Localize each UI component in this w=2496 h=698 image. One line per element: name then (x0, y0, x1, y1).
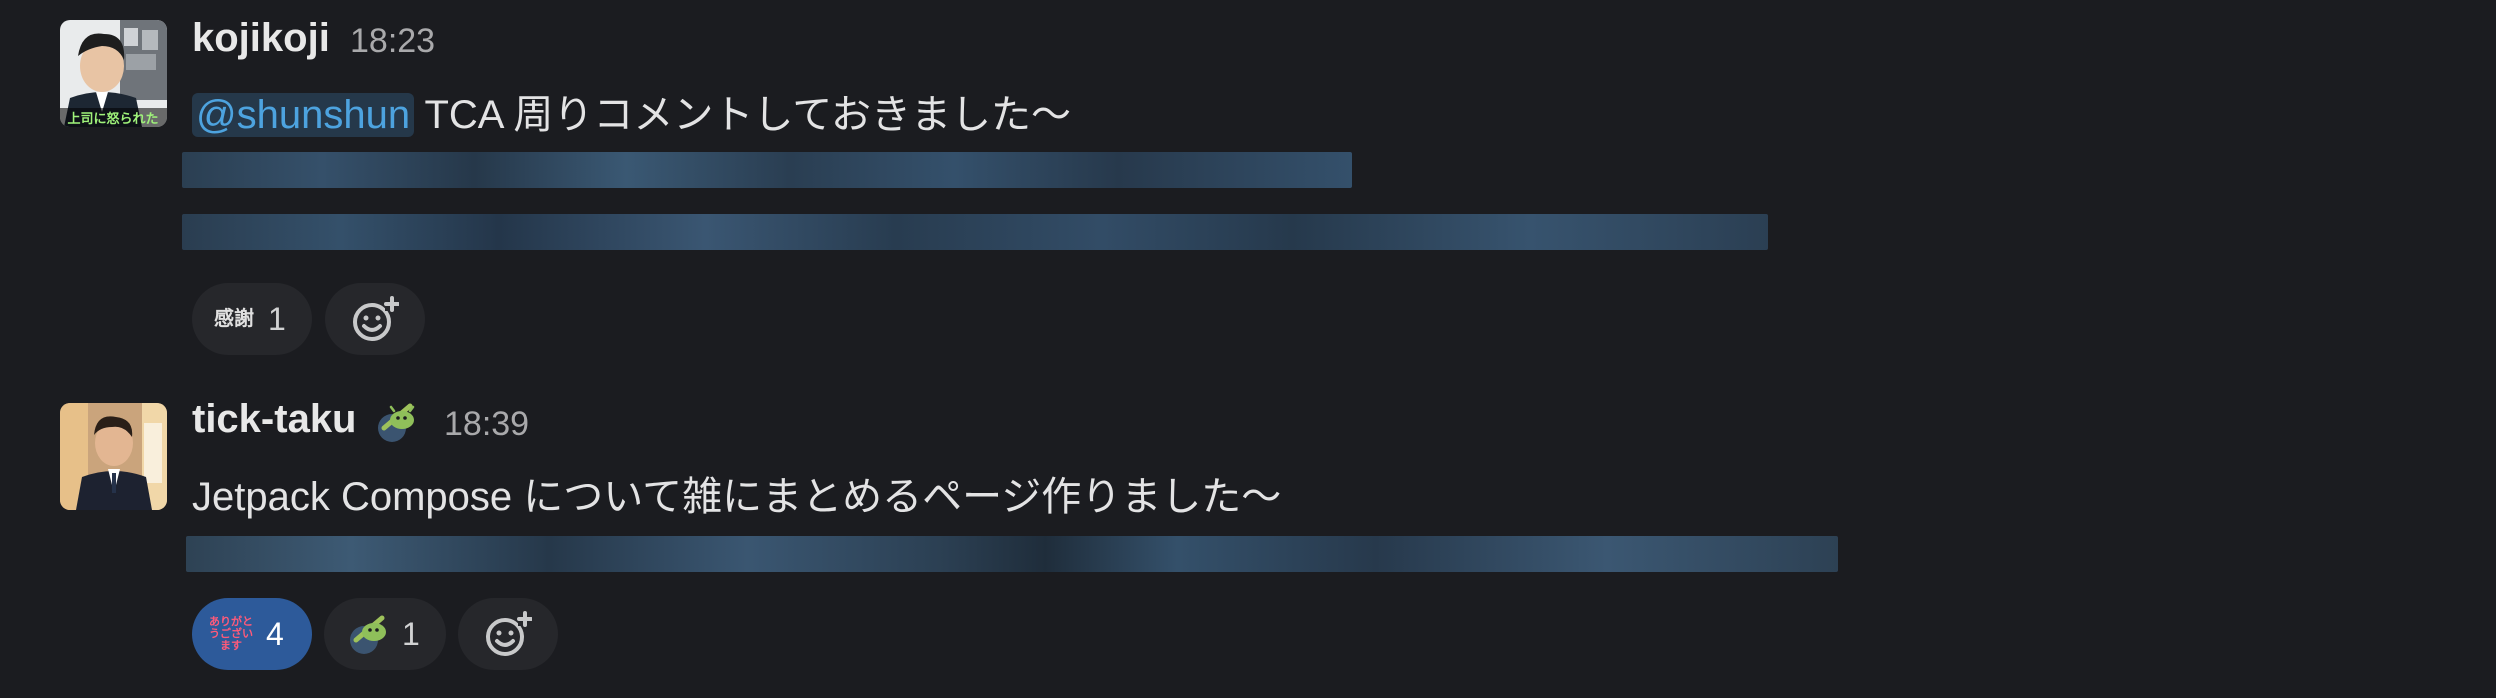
message-text: Jetpack Compose について雑にまとめるページ作りました〜 (192, 475, 1282, 519)
reaction-arigatou[interactable]: ありがとうございます 4 (192, 598, 312, 670)
add-reaction-icon (486, 611, 532, 656)
avatar-kojikoji[interactable]: 上司に怒られた (60, 20, 167, 127)
message-body: TCA 周りコメントしておきました〜 (414, 93, 1071, 137)
message-kojikoji: 上司に怒られた kojikoji 18:23 @shunshun TCA 周りコ… (0, 0, 2496, 380)
user-mention[interactable]: @shunshun (192, 93, 415, 137)
reaction-android[interactable]: 1 (324, 598, 446, 670)
username[interactable]: tick-taku (192, 397, 357, 442)
timestamp[interactable]: 18:39 (444, 405, 529, 444)
kansha-emoji-icon: 感謝 (214, 308, 254, 330)
arigatou-emoji-icon: ありがとうございます (209, 616, 253, 652)
add-reaction-button[interactable] (458, 598, 558, 670)
android-status-icon (372, 398, 420, 446)
reaction-count: 1 (402, 615, 420, 652)
avatar-tick-taku[interactable] (60, 403, 167, 510)
reaction-kansha[interactable]: 感謝 1 (192, 283, 312, 355)
reaction-count: 4 (266, 615, 284, 652)
reaction-count: 1 (268, 300, 286, 337)
username[interactable]: kojikoji (192, 16, 330, 61)
message-text: @shunshun TCA 周りコメントしておきました〜 (192, 82, 1071, 140)
add-reaction-button[interactable] (325, 283, 425, 355)
message-tick-taku: tick-taku 18:39 Jetpack Compose について雑にまと… (0, 380, 2496, 698)
avatar-caption: 上司に怒られた (67, 111, 158, 127)
pixelated-link-line (182, 152, 1352, 188)
android-emoji-icon (350, 615, 386, 654)
pixelated-link-line (186, 536, 1838, 572)
pixelated-link-line (182, 214, 1768, 250)
add-reaction-icon (353, 296, 399, 341)
timestamp[interactable]: 18:23 (350, 22, 435, 61)
